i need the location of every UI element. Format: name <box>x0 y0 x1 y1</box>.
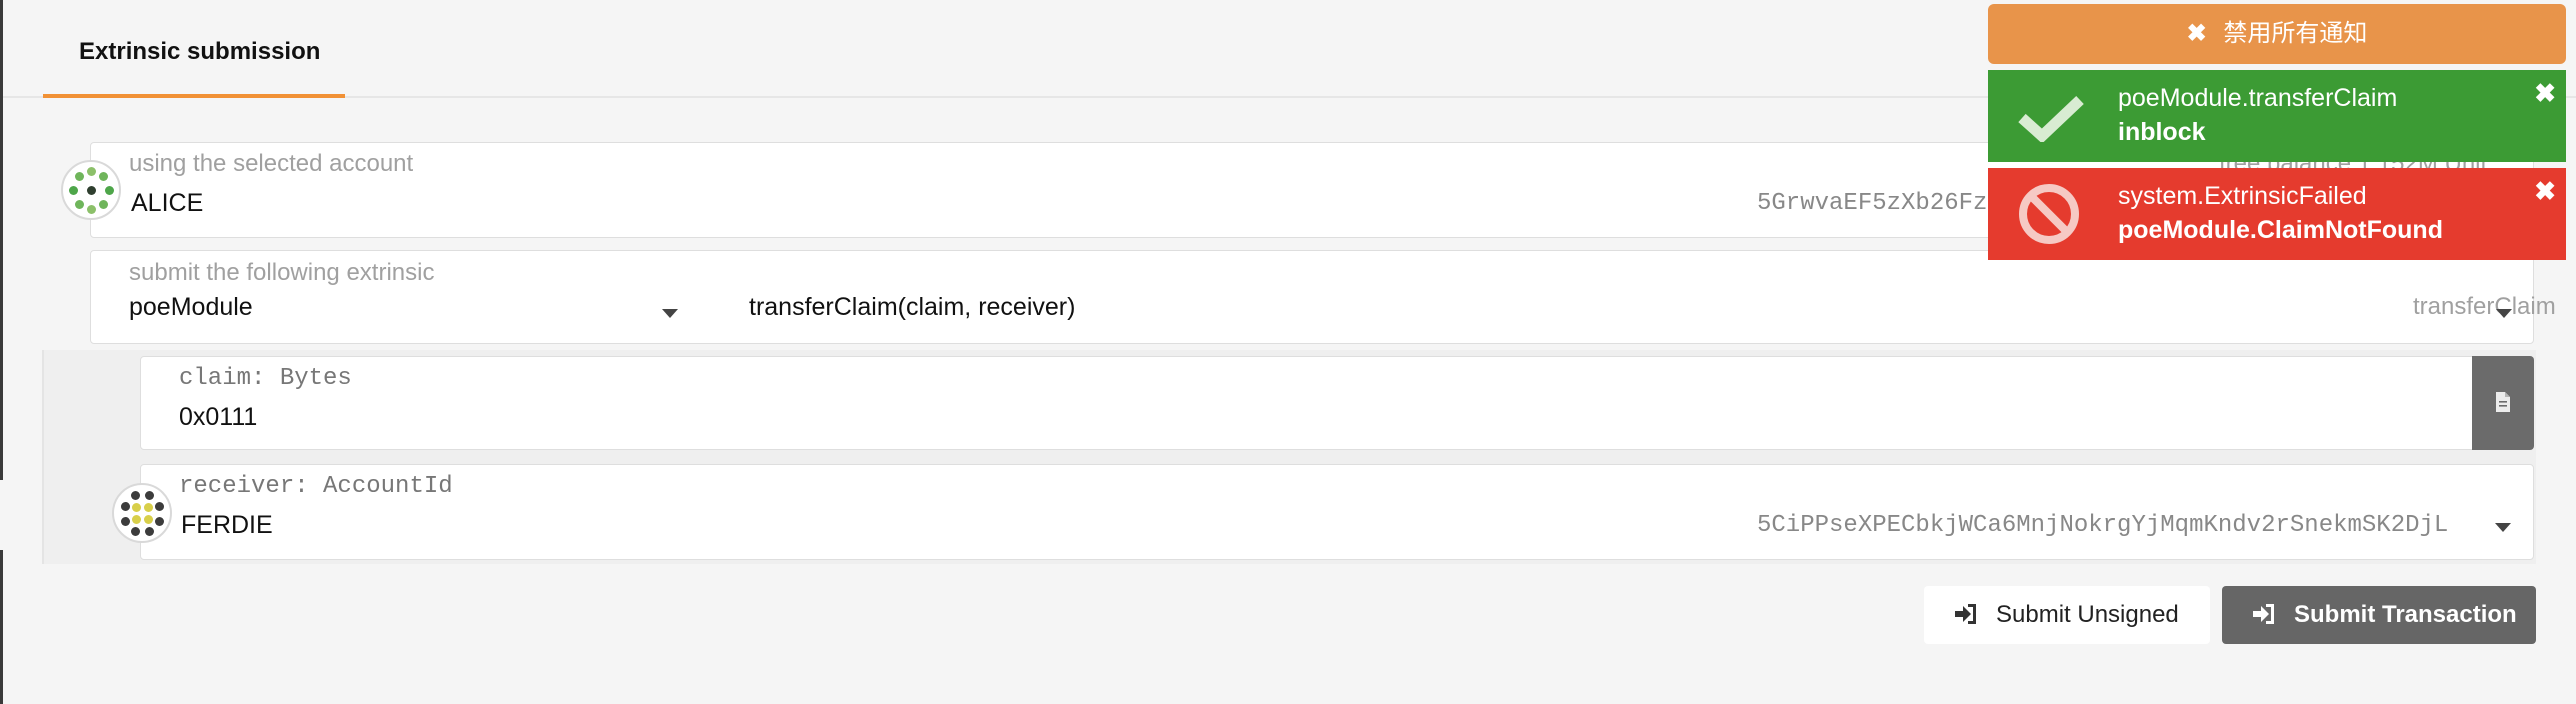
submit-unsigned-label: Submit Unsigned <box>1996 601 2179 628</box>
notification-status: inblock <box>2118 118 2206 146</box>
close-icon[interactable]: ✖ <box>2534 78 2556 109</box>
account-address: 5GrwvaEF5zXb26Fz <box>1757 190 1988 217</box>
file-icon <box>2496 392 2510 412</box>
account-label: using the selected account <box>129 150 414 177</box>
account-identicon <box>61 160 121 220</box>
claim-value: 0x0111 <box>179 403 258 431</box>
tab-active-underline <box>43 94 345 98</box>
notification-success: poeModule.transferClaim inblock ✖ <box>1988 70 2566 162</box>
module-name: poeModule <box>129 293 253 321</box>
method-name: transferClaim <box>2413 293 2556 320</box>
method-dropdown[interactable]: transferClaim(claim, receiver) transferC… <box>731 251 2556 345</box>
dropdown-caret-icon <box>2495 523 2511 532</box>
submit-transaction-button[interactable]: Submit Transaction <box>2222 586 2536 644</box>
notification-error: system.ExtrinsicFailed poeModule.ClaimNo… <box>1988 168 2566 260</box>
extrinsic-selector: submit the following extrinsic poeModule… <box>90 250 2556 345</box>
close-icon[interactable]: ✖ <box>2534 176 2556 207</box>
account-name: ALICE <box>131 189 204 217</box>
method-signature: transferClaim(claim, receiver) <box>749 293 1076 321</box>
receiver-selector[interactable]: receiver: AccountId FERDIE 5CiPPseXPECbk… <box>140 464 2534 560</box>
dropdown-caret-icon <box>662 309 678 318</box>
receiver-label: receiver: AccountId <box>179 473 453 500</box>
receiver-address: 5CiPPseXPECbkjWCa6MnjNokrgYjMqmKndv2rSne… <box>1757 512 2449 539</box>
window-edge <box>0 0 3 704</box>
ban-icon <box>2019 184 2079 244</box>
file-upload-button[interactable] <box>2472 356 2534 450</box>
claim-input[interactable]: claim: Bytes 0x0111 <box>140 356 2474 450</box>
tab-label: Extrinsic submission <box>79 38 321 65</box>
close-icon: ✖ <box>2186 20 2207 47</box>
submit-transaction-label: Submit Transaction <box>2294 601 2517 628</box>
submit-unsigned-button[interactable]: Submit Unsigned <box>1924 586 2210 644</box>
receiver-name: FERDIE <box>181 511 273 539</box>
notification-title: system.ExtrinsicFailed <box>2118 182 2367 210</box>
tab-extrinsic-submission[interactable]: Extrinsic submission <box>43 0 345 98</box>
claim-label: claim: Bytes <box>179 365 352 392</box>
dropdown-caret-icon <box>2496 309 2512 318</box>
window-edge-gap <box>0 480 3 550</box>
notification-status: poeModule.ClaimNotFound <box>2118 216 2443 244</box>
dismiss-all-notifications-button[interactable]: ✖ 禁用所有通知 <box>1988 4 2566 64</box>
receiver-identicon <box>112 483 172 543</box>
notification-title: poeModule.transferClaim <box>2118 84 2398 112</box>
dismiss-all-label: 禁用所有通知 <box>2223 20 2368 47</box>
sign-in-icon <box>1955 604 1976 624</box>
sign-in-icon <box>2253 604 2274 624</box>
check-icon <box>2018 96 2084 142</box>
module-dropdown[interactable]: poeModule <box>91 251 691 345</box>
